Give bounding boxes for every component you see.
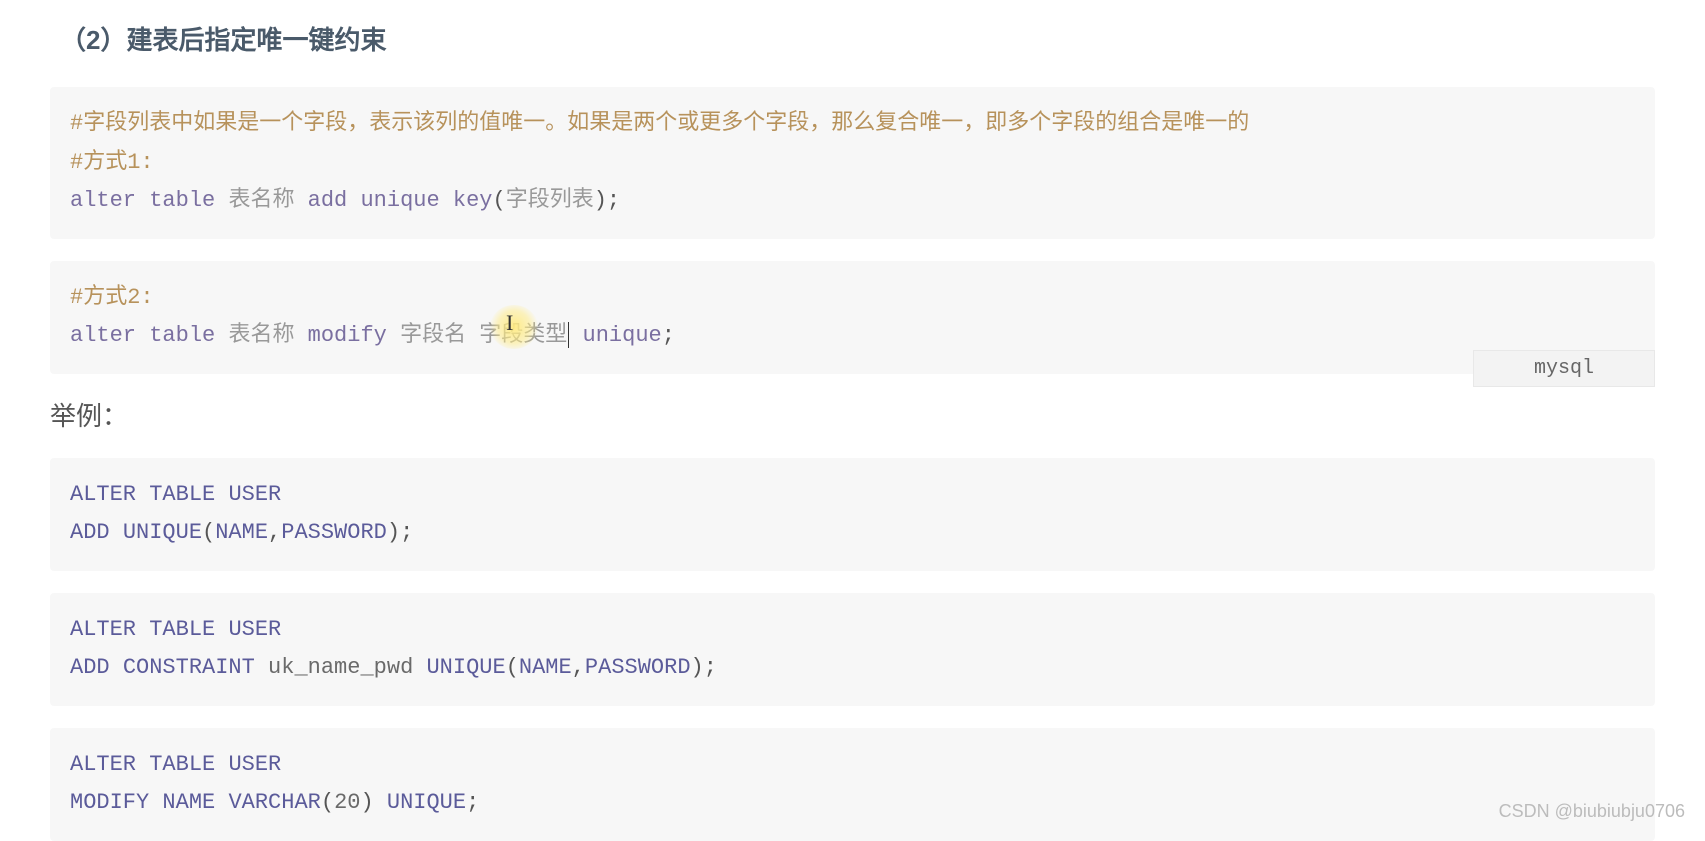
paren-close: ) — [594, 188, 607, 213]
col-name: NAME — [215, 520, 268, 545]
kw-table: table — [149, 323, 215, 348]
comma: , — [268, 520, 281, 545]
paren-close: ) — [387, 520, 400, 545]
col-password: PASSWORD — [585, 655, 691, 680]
col-name: NAME — [519, 655, 572, 680]
section-heading: （2）建表后指定唯一键约束 — [60, 20, 1655, 57]
kw-add: ADD — [70, 520, 110, 545]
kw-add: add — [308, 188, 348, 213]
kw-alter: ALTER — [70, 752, 136, 777]
code-block-method1: #字段列表中如果是一个字段，表示该列的值唯一。如果是两个或更多个字段，那么复合唯… — [50, 87, 1655, 239]
kw-table: TABLE — [149, 752, 215, 777]
kw-alter: alter — [70, 323, 136, 348]
kw-add: ADD — [70, 655, 110, 680]
kw-table: TABLE — [149, 617, 215, 642]
kw-table: table — [149, 188, 215, 213]
code-block-example2: ALTER TABLE USER ADD CONSTRAINT uk_name_… — [50, 593, 1655, 706]
fieldtype-placeholder: 字段类型 — [479, 323, 567, 348]
kw-alter: ALTER — [70, 617, 136, 642]
example-heading: 举例： — [50, 396, 1655, 433]
paren-open: ( — [321, 790, 334, 815]
fieldname-placeholder: 字段名 — [400, 323, 466, 348]
varchar-len: 20 — [334, 790, 360, 815]
kw-unique: unique — [360, 188, 439, 213]
kw-key: key — [453, 188, 493, 213]
language-tag: mysql — [1473, 350, 1655, 387]
table-placeholder: 表名称 — [228, 188, 294, 213]
kw-unique: unique — [583, 323, 662, 348]
kw-unique: UNIQUE — [123, 520, 202, 545]
comma: , — [572, 655, 585, 680]
semicolon: ; — [400, 520, 413, 545]
kw-user: USER — [228, 617, 281, 642]
table-placeholder: 表名称 — [228, 323, 294, 348]
paren-close: ) — [691, 655, 704, 680]
semicolon: ; — [662, 323, 675, 348]
kw-modify: modify — [308, 323, 387, 348]
comment-line: #字段列表中如果是一个字段，表示该列的值唯一。如果是两个或更多个字段，那么复合唯… — [70, 111, 1249, 136]
kw-modify: MODIFY — [70, 790, 149, 815]
code-block-example1: ALTER TABLE USER ADD UNIQUE(NAME,PASSWOR… — [50, 458, 1655, 571]
paren-open: ( — [506, 655, 519, 680]
kw-table: TABLE — [149, 482, 215, 507]
constraint-name: uk_name_pwd — [268, 655, 413, 680]
watermark: CSDN @biubiubju0706 — [1499, 801, 1685, 822]
fieldlist-placeholder: 字段列表 — [506, 188, 594, 213]
semicolon: ; — [704, 655, 717, 680]
kw-varchar: VARCHAR — [228, 790, 320, 815]
kw-unique: UNIQUE — [387, 790, 466, 815]
comment-line: #方式1: — [70, 150, 154, 175]
kw-user: USER — [228, 482, 281, 507]
col-name: NAME — [162, 790, 215, 815]
kw-user: USER — [228, 752, 281, 777]
col-password: PASSWORD — [281, 520, 387, 545]
semicolon: ; — [607, 188, 620, 213]
kw-alter: alter — [70, 188, 136, 213]
semicolon: ; — [466, 790, 479, 815]
paren-close: ) — [360, 790, 373, 815]
kw-alter: ALTER — [70, 482, 136, 507]
code-block-method2: #方式2: alter table 表名称 modify 字段名 字段类型 un… — [50, 261, 1655, 374]
comment-line: #方式2: — [70, 285, 154, 310]
text-cursor — [568, 322, 569, 348]
kw-unique: UNIQUE — [426, 655, 505, 680]
code-block-example3: ALTER TABLE USER MODIFY NAME VARCHAR(20)… — [50, 728, 1655, 841]
kw-constraint: CONSTRAINT — [123, 655, 255, 680]
paren-open: ( — [202, 520, 215, 545]
paren-open: ( — [493, 188, 506, 213]
